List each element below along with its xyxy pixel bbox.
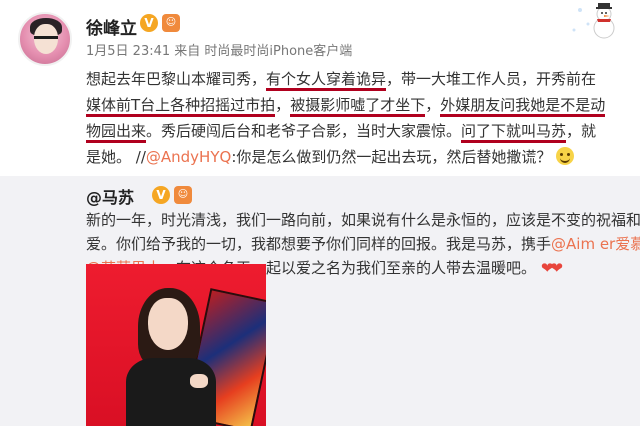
post-text-segment: ，	[275, 96, 291, 114]
repost-text-segment: 爱。你们给予我的一切，我都想要予你们同样的回报。我是马苏，携手	[86, 235, 552, 253]
mention-link[interactable]: @AndyHYQ	[146, 148, 231, 166]
post-text-segment: 想起去年巴黎山本耀司秀，	[86, 70, 267, 88]
author-name[interactable]: 徐峰立	[86, 14, 137, 39]
post-source[interactable]: 来自 时尚最时尚iPhone客户端	[174, 44, 352, 59]
post-text-segment: :你是怎么做到仍然一起出去玩，然后替她撒谎？	[231, 148, 552, 166]
repost-author-name[interactable]: @马苏	[86, 184, 134, 208]
reposted-content[interactable]: @马苏 V ☺ 新的一年，时光清浅，我们一路向前，如果说有什么是永恒的，应该是不…	[0, 176, 640, 426]
verified-badge-icon: V	[140, 14, 158, 32]
post-text: 想起去年巴黎山本耀司秀，有个女人穿着诡异，带一大堆工作人员，开秀前在 媒体前T台…	[86, 66, 626, 170]
post-text-segment: ，	[425, 96, 441, 114]
avatar-glasses	[34, 36, 58, 42]
photo-person-body	[126, 358, 216, 426]
highlighted-phrase: 被摄影师嘘了才坐下	[290, 96, 426, 117]
mood-badge-icon: ☺	[162, 14, 180, 32]
snowman-decoration-icon	[572, 3, 615, 39]
repost-photo[interactable]	[86, 264, 266, 426]
highlighted-phrase: 问了下就叫马苏	[461, 122, 567, 143]
repost-line-2: 爱。你们给予我的一切，我都想要予你们同样的回报。我是马苏，携手@Aim er爱慕	[86, 232, 640, 256]
weibo-post-card: 徐峰立 V ☺ 1月5日 23:41 来自 时尚最时尚iPhone客户端 想起去…	[0, 0, 640, 426]
highlighted-phrase: 有个女人穿着诡异	[266, 70, 387, 91]
mention-link[interactable]: @Aim er爱慕	[551, 235, 640, 253]
author-avatar[interactable]	[18, 12, 72, 66]
highlighted-phrase: 物园出来	[86, 122, 147, 143]
post-line-1: 想起去年巴黎山本耀司秀，有个女人穿着诡异，带一大堆工作人员，开秀前在	[86, 66, 626, 92]
smile-emoji-icon	[556, 147, 575, 165]
heart-emoji-icon: ❤❤	[540, 259, 563, 277]
post-text-segment: 。秀后硬闯后台和老爷子合影，当时大家震惊。	[146, 122, 462, 140]
mood-badge-icon: ☺	[174, 186, 192, 204]
post-timestamp[interactable]: 1月5日 23:41	[86, 44, 170, 59]
highlighted-phrase: 外媒朋友问我她是不是动	[440, 96, 606, 117]
post-text-segment: ，就	[566, 122, 597, 140]
post-line-2: 媒体前T台上各种招摇过市拍，被摄影师嘘了才坐下，外媒朋友问我她是不是动	[86, 92, 626, 118]
photo-person-face	[148, 298, 188, 350]
post-text-segment: ，带一大堆工作人员，开秀前在	[386, 70, 597, 88]
photo-person-hand	[190, 374, 208, 388]
verified-badge-icon: V	[152, 186, 170, 204]
highlighted-phrase: 媒体前T台上各种招摇过市拍	[86, 96, 276, 117]
repost-line-1: 新的一年，时光清浅，我们一路向前，如果说有什么是永恒的，应该是不变的祝福和	[86, 211, 640, 229]
post-line-4: 是她。 //@AndyHYQ:你是怎么做到仍然一起出去玩，然后替她撒谎？	[86, 144, 626, 170]
post-line-3: 物园出来。秀后硬闯后台和老爷子合影，当时大家震惊。问了下就叫马苏，就	[86, 118, 626, 144]
post-meta: 1月5日 23:41 来自 时尚最时尚iPhone客户端	[86, 40, 352, 59]
post-text-segment: 是她。 //	[86, 148, 146, 166]
